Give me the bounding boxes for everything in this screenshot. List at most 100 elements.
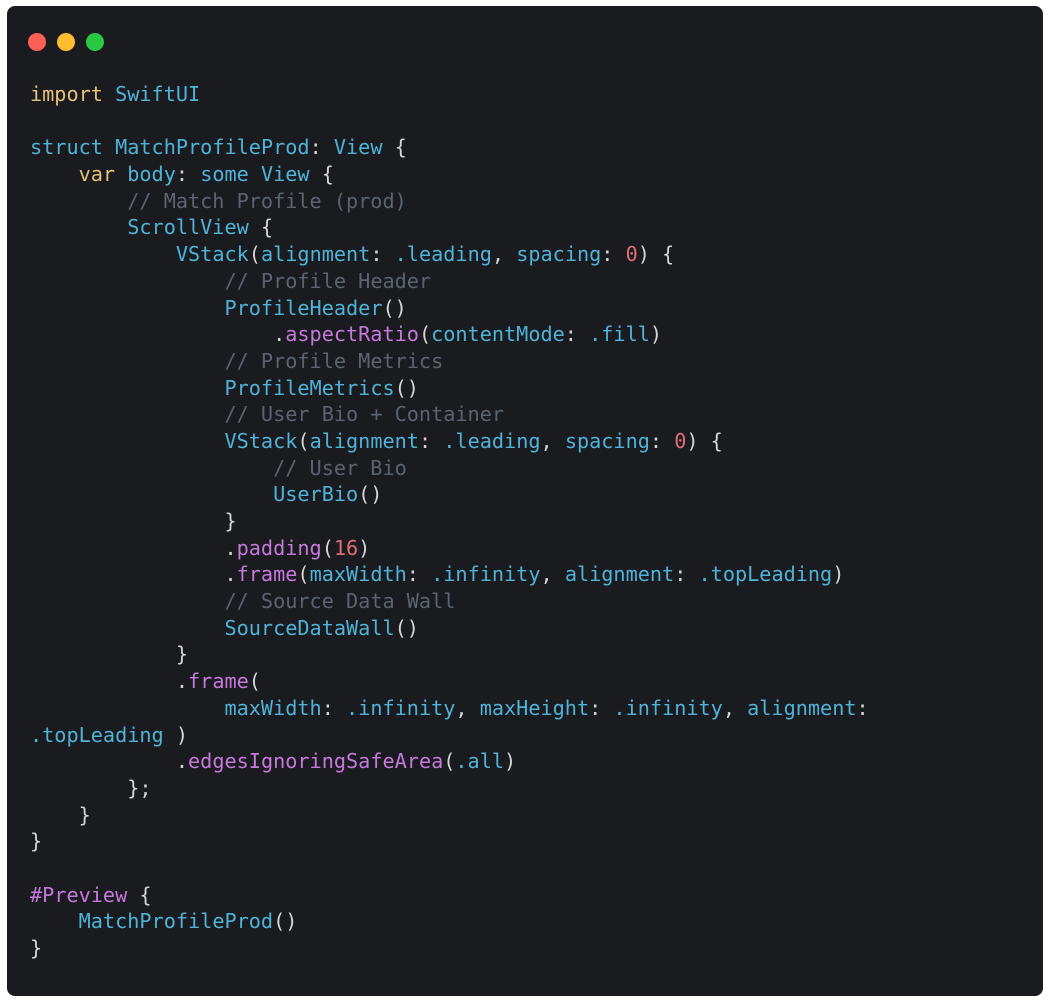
code-token-default: : — [309, 135, 334, 160]
code-token-default: () — [394, 615, 419, 640]
code-token-keyword: var — [78, 162, 116, 187]
zoom-button[interactable] — [86, 33, 104, 51]
code-token-default: () — [273, 909, 298, 934]
code-token-type: SwiftUI — [115, 82, 201, 106]
code-line: .edgesIgnoringSafeArea(.all) — [30, 748, 869, 775]
code-token-type: maxWidth — [224, 695, 322, 720]
close-button[interactable] — [28, 33, 46, 51]
code-token-default: } — [78, 802, 91, 827]
code-token-type: struct — [30, 135, 103, 160]
code-line: // Profile Header — [30, 268, 869, 295]
code-token-default — [115, 162, 127, 186]
code-token-default: ) — [504, 749, 517, 774]
code-token-default: : — [321, 695, 347, 720]
code-token-default: ( — [321, 535, 334, 560]
code-token-default: : — [649, 428, 675, 453]
code-token-default: () — [394, 375, 419, 400]
window-controls — [28, 33, 104, 51]
code-line: } — [30, 508, 869, 535]
code-token-comment: // User Bio — [273, 455, 407, 480]
code-token-default — [103, 82, 115, 106]
code-token-comment: // Source Data Wall — [224, 589, 456, 614]
code-token-default — [30, 215, 127, 239]
code-token-default: ( — [297, 562, 310, 587]
code-token-default: : — [175, 162, 201, 187]
code-token-method: edgesIgnoringSafeArea — [188, 749, 444, 774]
code-token-default: }; — [127, 775, 152, 800]
code-token-default: ) { — [686, 428, 723, 453]
code-token-type: MatchProfileProd — [78, 909, 274, 934]
code-token-default: ( — [248, 669, 261, 694]
code-line: var body: some View { — [30, 161, 869, 188]
code-token-default — [30, 242, 176, 266]
code-token-type: .topLeading — [30, 722, 164, 747]
code-token-type: .infinity — [431, 562, 541, 587]
code-token-default — [30, 803, 79, 827]
code-token-default: : — [674, 562, 699, 587]
code-token-type: maxWidth — [309, 562, 407, 587]
code-token-default — [30, 536, 224, 560]
code-token-number: 16 — [333, 535, 359, 560]
code-token-default: } — [224, 509, 237, 533]
code-token-default: . — [175, 669, 189, 694]
code-token-default — [30, 749, 176, 773]
code-token-type: contentMode — [431, 322, 565, 347]
code-line: .aspectRatio(contentMode: .fill) — [30, 321, 869, 348]
code-token-default: . — [273, 322, 286, 347]
code-line: } — [30, 828, 869, 855]
code-token-type: View — [333, 135, 383, 160]
code-line: SourceDataWall() — [30, 615, 869, 642]
code-line: // User Bio — [30, 455, 869, 482]
code-token-comment: // User Bio + Container — [224, 402, 505, 427]
code-line: ProfileHeader() — [30, 295, 869, 322]
code-token-type: alignment — [747, 695, 857, 720]
code-token-default — [30, 296, 224, 320]
code-token-default: , — [491, 242, 517, 267]
code-line: } — [30, 802, 869, 829]
code-token-default: { — [248, 215, 274, 240]
code-window: import SwiftUI struct MatchProfileProd: … — [7, 6, 1043, 996]
code-token-default: : — [370, 242, 395, 267]
code-token-type: .topLeading — [698, 562, 833, 587]
code-token-default: { — [309, 162, 334, 187]
code-token-type: body — [127, 162, 176, 187]
code-token-default: ( — [297, 428, 310, 453]
code-token-type: View — [260, 162, 310, 187]
code-line: maxWidth: .infinity, maxHeight: .infinit… — [30, 695, 868, 722]
code-token-default: } — [175, 642, 189, 667]
code-token-type: maxHeight — [479, 695, 590, 720]
code-line: .topLeading ) — [30, 722, 869, 749]
code-token-default — [30, 616, 224, 640]
code-token-default — [30, 669, 176, 693]
code-token-default — [30, 162, 79, 186]
code-line: MatchProfileProd() — [30, 908, 869, 935]
code-token-default: : — [601, 242, 626, 267]
code-token-default — [30, 776, 127, 800]
code-token-default: . — [224, 535, 237, 560]
code-token-default: ) { — [637, 242, 675, 267]
code-line: // Match Profile (prod) — [30, 188, 869, 215]
code-token-default — [30, 349, 224, 373]
code-token-type: alignment — [564, 562, 675, 587]
code-line: VStack(alignment: .leading, spacing: 0) … — [30, 241, 869, 268]
code-token-default: ( — [248, 242, 261, 267]
code-token-default — [30, 509, 224, 533]
code-token-default: : — [564, 322, 590, 347]
code-token-default: . — [224, 562, 237, 587]
code-token-type: MatchProfileProd — [115, 135, 310, 160]
code-token-default: : — [406, 562, 432, 587]
code-token-number: 0 — [674, 428, 687, 453]
code-token-default: , — [722, 695, 748, 720]
code-line: VStack(alignment: .leading, spacing: 0) … — [30, 428, 869, 455]
code-token-method: frame — [236, 562, 298, 587]
code-line: // Source Data Wall — [30, 588, 869, 615]
code-token-default: , — [540, 428, 565, 453]
code-token-comment: // Match Profile (prod) — [127, 188, 407, 213]
minimize-button[interactable] — [57, 33, 75, 51]
code-token-type: ProfileMetrics — [224, 375, 395, 400]
code-token-default: ( — [443, 749, 456, 774]
code-token-default: ) — [163, 722, 189, 747]
code-token-default — [30, 562, 224, 586]
